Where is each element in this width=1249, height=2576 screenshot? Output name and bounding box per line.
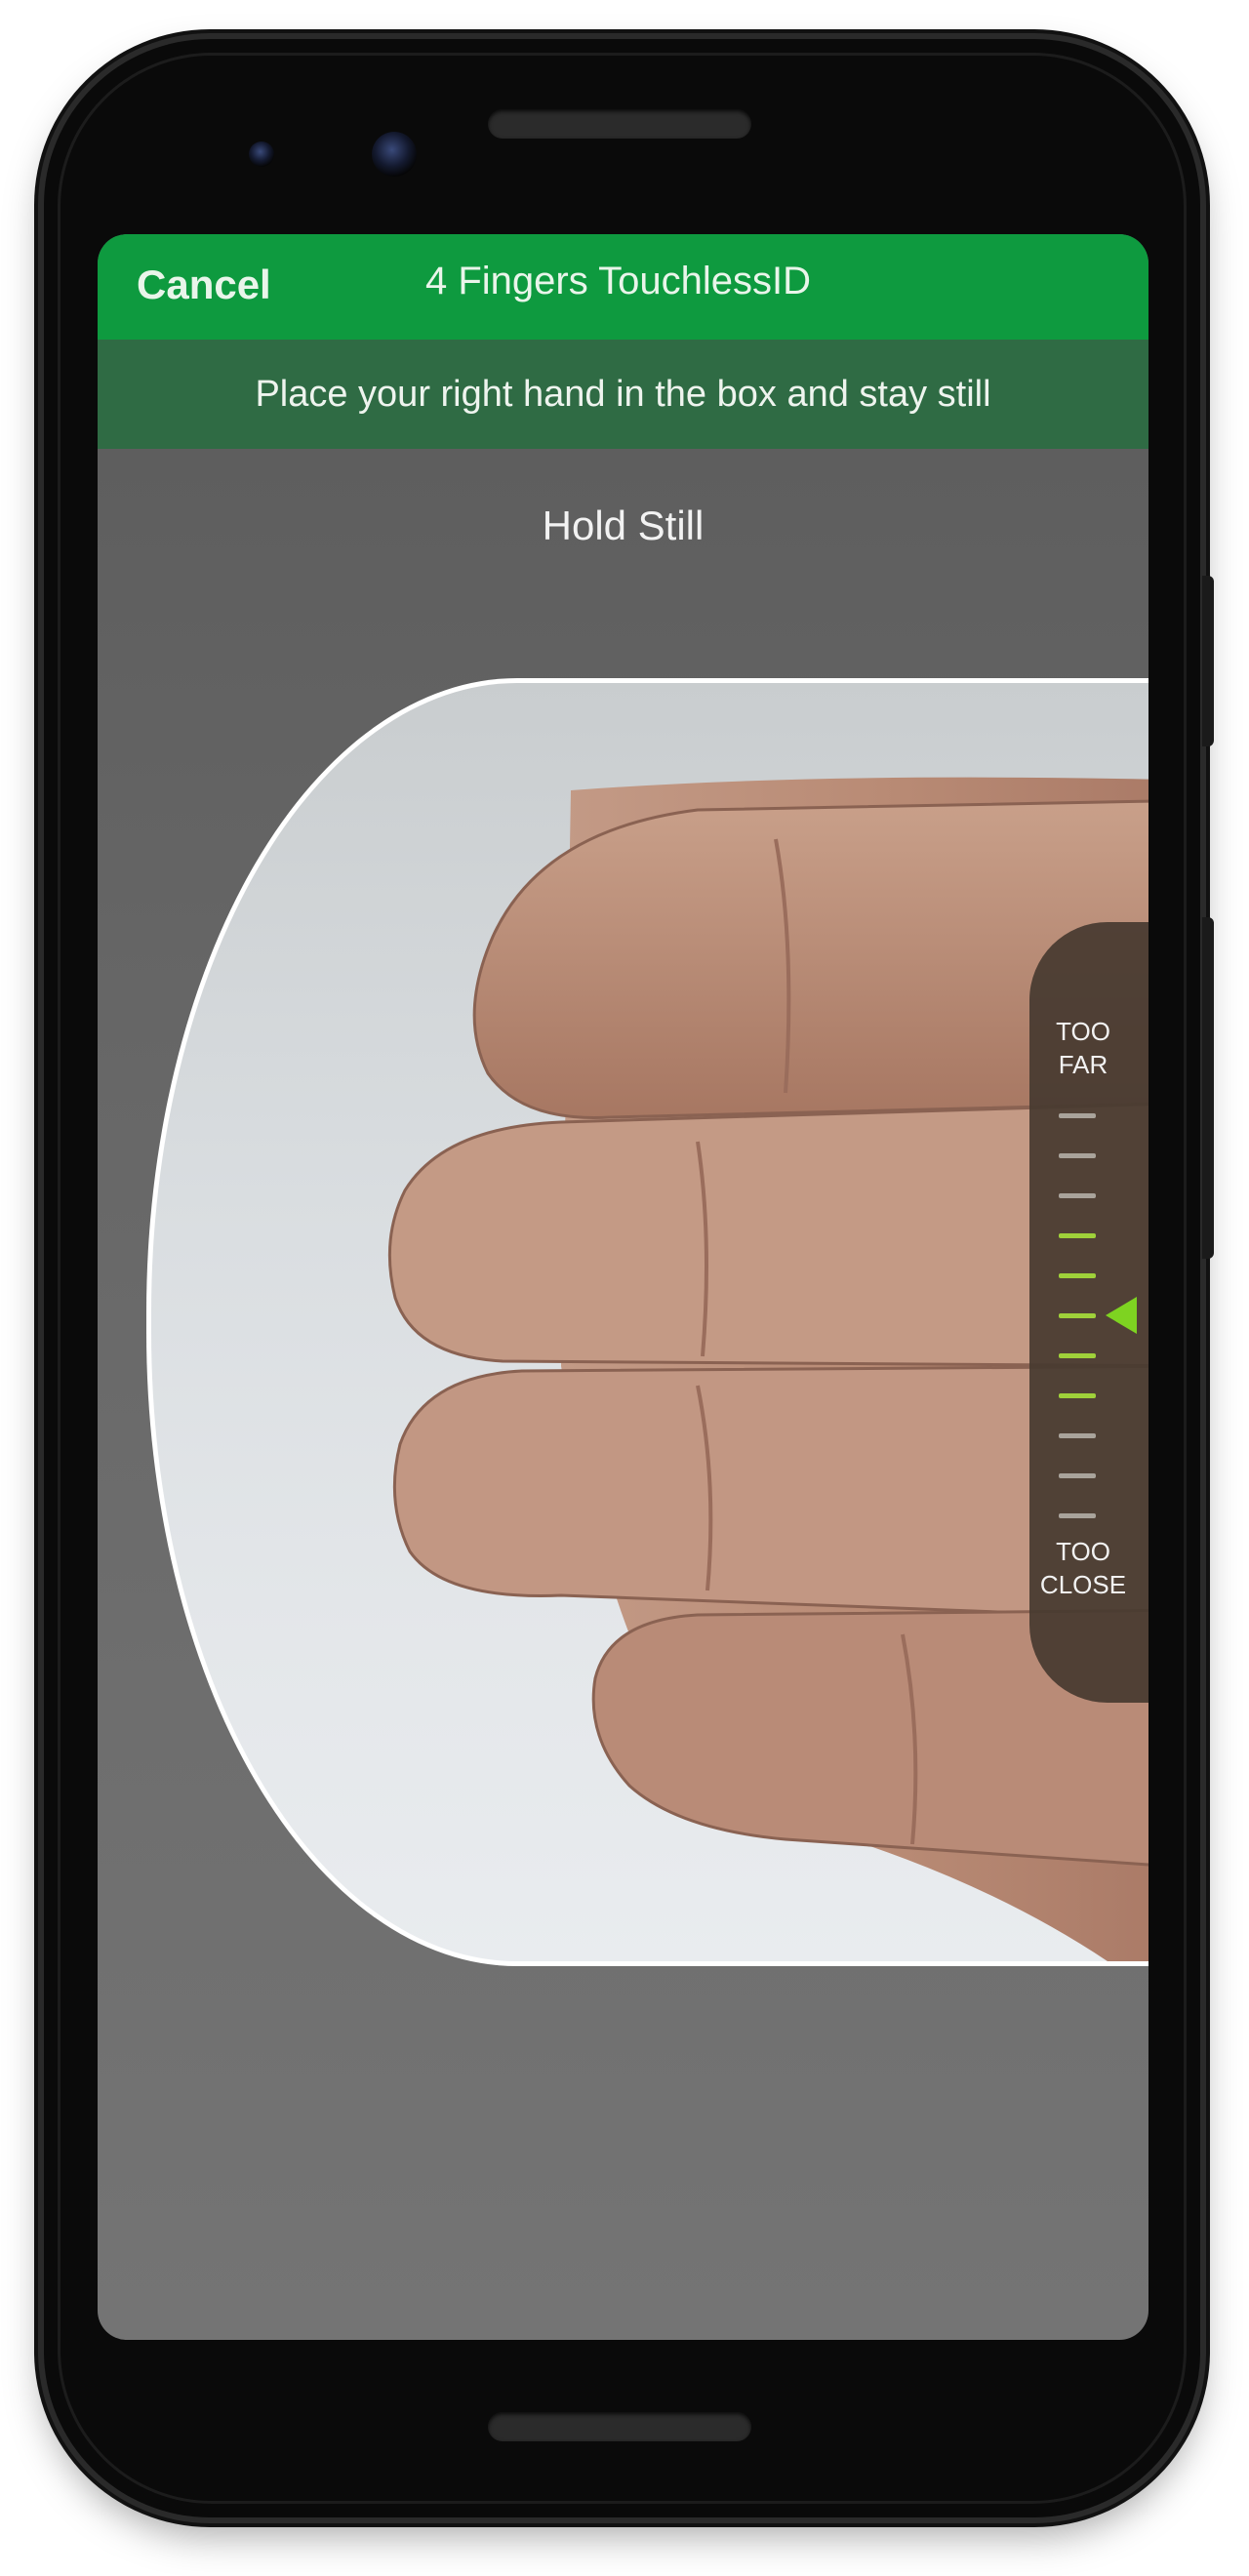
hand-capture-box bbox=[146, 678, 1148, 1966]
distance-gauge: TOO FAR TOO CLOSE bbox=[1029, 922, 1148, 1703]
camera-preview-hand bbox=[387, 777, 1148, 1961]
front-sensor-icon bbox=[372, 132, 417, 177]
gauge-label-too-far: TOO FAR bbox=[1056, 1017, 1110, 1079]
distance-indicator-icon bbox=[1106, 1297, 1137, 1334]
instruction-banner: Place your right hand in the box and sta… bbox=[98, 340, 1148, 449]
volume-button bbox=[1202, 917, 1214, 1259]
gauge-tick bbox=[1059, 1233, 1096, 1238]
gauge-tick bbox=[1059, 1433, 1096, 1438]
app-bar: Cancel 4 Fingers TouchlessID bbox=[98, 234, 1148, 340]
gauge-label-too-close: TOO CLOSE bbox=[1039, 1537, 1127, 1599]
app-screen: Cancel 4 Fingers TouchlessID Place your … bbox=[98, 234, 1148, 2340]
page-title: 4 Fingers TouchlessID bbox=[425, 260, 811, 302]
instruction-text: Place your right hand in the box and sta… bbox=[255, 374, 991, 415]
power-button bbox=[1202, 576, 1214, 746]
gauge-tick bbox=[1059, 1393, 1096, 1398]
front-camera-icon bbox=[249, 141, 274, 167]
gauge-tick bbox=[1059, 1193, 1096, 1198]
status-message: Hold Still bbox=[542, 503, 705, 548]
gauge-tick bbox=[1059, 1273, 1096, 1278]
gauge-tick bbox=[1059, 1353, 1096, 1358]
gauge-tick bbox=[1059, 1113, 1096, 1118]
earpiece-speaker bbox=[488, 109, 751, 139]
gauge-tick bbox=[1059, 1153, 1096, 1158]
bottom-speaker bbox=[488, 2412, 751, 2441]
gauge-tick bbox=[1059, 1313, 1096, 1318]
gauge-tick bbox=[1059, 1513, 1096, 1518]
phone-frame: Cancel 4 Fingers TouchlessID Place your … bbox=[44, 39, 1200, 2517]
gauge-tick bbox=[1059, 1473, 1096, 1478]
cancel-button[interactable]: Cancel bbox=[137, 262, 271, 308]
